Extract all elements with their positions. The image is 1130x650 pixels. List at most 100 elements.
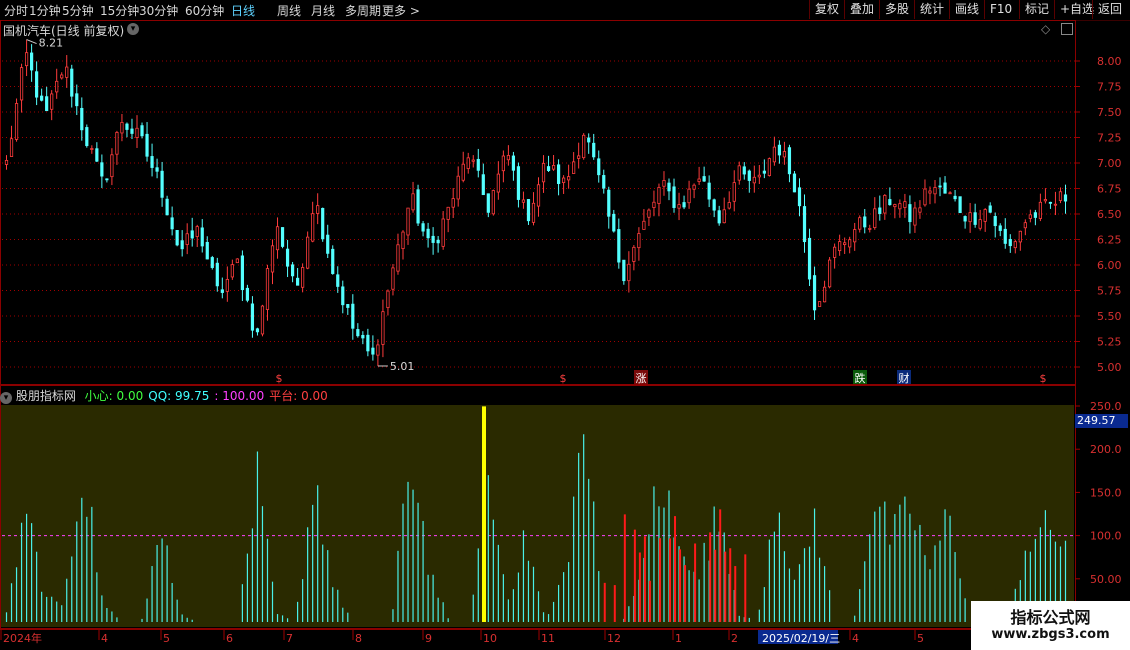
candle-body <box>290 264 295 277</box>
candle-body <box>215 262 219 287</box>
candle-body <box>336 274 340 287</box>
candle-body <box>406 207 410 236</box>
candle-body <box>436 239 440 244</box>
candle-body <box>150 156 154 168</box>
candle-body <box>451 198 455 208</box>
candle-body <box>948 192 952 195</box>
indicator-legend: ▾ 股朋指标网 小心: 0.00 QQ: 99.75: 100.00 平台: 0.0… <box>0 387 328 404</box>
indicator-item-1: QQ: 99.75 <box>148 389 210 403</box>
candle-body <box>838 241 842 252</box>
price-tick-label: 6.25 <box>1097 234 1122 247</box>
candle-body <box>125 123 129 130</box>
candle-body <box>1053 203 1058 206</box>
candle-body <box>717 210 721 224</box>
candle-body <box>747 170 751 181</box>
candle-body <box>386 290 390 309</box>
candle-body <box>562 177 566 183</box>
price-tick-label: 7.00 <box>1097 157 1122 170</box>
candle-body <box>285 248 290 267</box>
candle-body <box>311 213 315 242</box>
chevron-down-icon[interactable]: ▾ <box>127 23 139 35</box>
kline-chart-area[interactable]: 8.00 7.75 7.50 7.25 7.00 6.75 6.50 6.25 6.00 5.75… <box>0 0 1130 650</box>
candle-body <box>632 246 636 262</box>
candle-body <box>807 237 812 280</box>
event-marker-1: $ <box>560 372 567 385</box>
candle-body <box>270 245 275 273</box>
candle-body <box>868 227 872 230</box>
candle-body <box>381 311 385 345</box>
candle-body <box>828 259 832 288</box>
candle-body <box>607 189 611 217</box>
candle-body <box>471 159 475 162</box>
candle-body <box>24 52 29 67</box>
candle-body <box>341 286 345 306</box>
candle-body <box>120 122 124 134</box>
candle-body <box>963 216 967 222</box>
candle-body <box>501 155 505 172</box>
candle-body <box>1058 191 1063 201</box>
candle-body <box>531 202 536 223</box>
candle-body <box>953 195 957 200</box>
candle-body <box>913 207 917 226</box>
candle-body <box>135 127 139 138</box>
candle-body <box>40 95 44 101</box>
candle-body <box>702 176 706 182</box>
candle-body <box>516 166 521 200</box>
candle-body <box>968 212 972 223</box>
candle-body <box>597 158 601 176</box>
candle-body <box>30 52 34 71</box>
panel-toggle-icon[interactable] <box>1061 23 1073 35</box>
watermark-url: www.zbgs3.com <box>991 627 1110 642</box>
diamond-icon[interactable]: ◇ <box>1041 22 1050 36</box>
price-tick-label: 8.00 <box>1097 55 1122 68</box>
candle-body <box>105 178 109 181</box>
candle-body <box>692 184 696 190</box>
candle-body <box>185 233 189 245</box>
candle-body <box>446 206 450 220</box>
candle-body <box>587 137 591 143</box>
event-marker-5: $ <box>1040 372 1047 385</box>
candle-body <box>35 71 39 98</box>
candle-body <box>898 203 902 210</box>
candle-body <box>918 207 922 213</box>
indicator-item-3: 平台: 0.00 <box>269 389 328 403</box>
time-axis-label-12: 4 <box>852 632 859 645</box>
high-label-pointer <box>26 39 37 45</box>
candle-body <box>567 176 571 181</box>
time-axis-label-13: 5 <box>917 632 924 645</box>
candle-body <box>687 188 691 204</box>
candle-body <box>672 186 676 208</box>
candle-body <box>1033 212 1037 218</box>
candle-body <box>617 229 621 263</box>
watermark-title: 指标公式网 <box>1010 608 1091 627</box>
candle-body <box>732 182 736 202</box>
candle-body <box>762 170 766 174</box>
candle-body <box>441 218 445 247</box>
candle-body <box>637 233 641 249</box>
candle-body <box>326 234 330 254</box>
chevron-down-icon[interactable]: ▾ <box>0 392 12 404</box>
indicator-item-0: 小心: 0.00 <box>84 389 144 403</box>
candle-body <box>923 188 927 206</box>
candle-body <box>797 187 802 207</box>
main-chart-title: 国机汽车(日线 前复权) <box>3 24 125 38</box>
candle-body <box>366 334 370 352</box>
candle-body <box>526 199 531 222</box>
candle-body <box>100 162 104 177</box>
candle-body <box>1008 239 1012 247</box>
candle-body <box>491 190 495 215</box>
candle-body <box>933 187 937 195</box>
candle-body <box>506 155 510 161</box>
candle-body <box>993 216 997 227</box>
candle-body <box>85 127 89 147</box>
candle-body <box>1048 201 1053 204</box>
indicator-tick-label: 200.0 <box>1090 443 1122 456</box>
candle-body <box>782 151 787 158</box>
candle-body <box>722 209 726 224</box>
candle-body <box>140 125 144 137</box>
candle-body <box>421 223 425 232</box>
candle-body <box>481 174 485 196</box>
candle-body <box>4 160 9 165</box>
candle-body <box>50 93 54 110</box>
candle-body <box>662 180 666 187</box>
